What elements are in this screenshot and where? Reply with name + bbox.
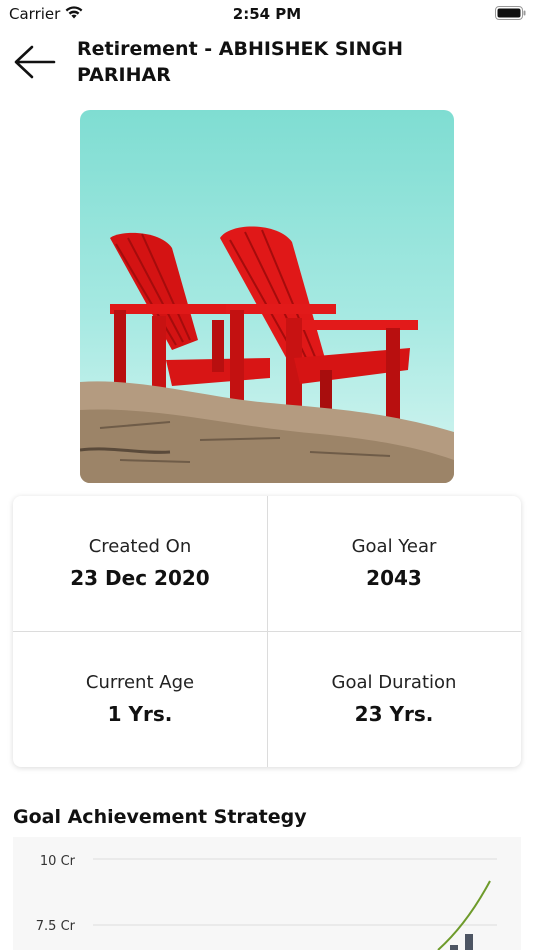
goal-year-label: Goal Year: [351, 536, 437, 557]
back-arrow-icon: [14, 45, 56, 79]
battery-icon: [495, 6, 526, 20]
goal-duration-cell: Goal Duration 23 Yrs.: [267, 632, 521, 767]
chart-bar: [450, 945, 458, 950]
strategy-section-title: Goal Achievement Strategy: [13, 806, 307, 828]
y-tick-label: 10 Cr: [40, 854, 76, 869]
adirondack-chairs-image: [80, 226, 454, 483]
goal-duration-value: 23 Yrs.: [354, 702, 434, 726]
back-button[interactable]: [12, 42, 58, 82]
chart-bar: [465, 934, 473, 950]
current-age-cell: Current Age 1 Yrs.: [13, 632, 267, 767]
projection-line: [437, 880, 491, 950]
status-time: 2:54 PM: [232, 5, 302, 23]
goal-details-card: Created On 23 Dec 2020 Goal Year 2043 Cu…: [13, 496, 521, 767]
goal-duration-label: Goal Duration: [331, 672, 457, 693]
created-on-value: 23 Dec 2020: [70, 566, 210, 590]
goal-year-cell: Goal Year 2043: [267, 496, 521, 631]
goal-illustration: [80, 110, 454, 483]
strategy-chart: 10 Cr 7.5 Cr: [13, 837, 521, 950]
created-on-label: Created On: [88, 536, 192, 557]
current-age-value: 1 Yrs.: [107, 702, 173, 726]
page-title: Retirement - ABHISHEK SINGH PARIHAR: [77, 38, 403, 86]
y-tick-label: 7.5 Cr: [36, 919, 76, 934]
created-on-cell: Created On 23 Dec 2020: [13, 496, 267, 631]
status-bar: Carrier 2:54 PM: [0, 0, 534, 28]
current-age-label: Current Age: [85, 672, 195, 693]
goal-year-value: 2043: [366, 566, 422, 590]
